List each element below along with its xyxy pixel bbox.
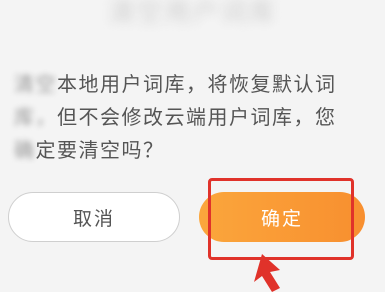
message-line-2-text: 但不会修改云端用户词库，您 [57,105,337,129]
message-line-1-blurred: 清空 [14,72,57,96]
message-line-2-blurred: 库， [14,105,57,129]
message-line-2: 库，但不会修改云端用户词库，您 [14,101,376,134]
dialog-title: 清空用户词库 [108,0,277,28]
dialog-message: 清空本地用户词库，将恢复默认词 库，但不会修改云端用户词库，您 确定要清空吗？ [14,68,376,167]
message-line-1: 清空本地用户词库，将恢复默认词 [14,68,376,101]
message-line-3: 确定要清空吗？ [14,134,376,167]
message-line-1-text: 本地用户词库，将恢复默认词 [57,72,337,96]
message-line-3-blurred: 确 [14,138,36,162]
clear-dictionary-dialog: 清空用户词库 清空本地用户词库，将恢复默认词 库，但不会修改云端用户词库，您 确… [0,0,385,292]
confirm-button[interactable]: 确定 [199,192,365,242]
message-line-3-text: 定要清空吗？ [35,138,165,162]
pointer-arrow-icon [254,254,280,292]
cancel-button[interactable]: 取消 [8,192,180,242]
